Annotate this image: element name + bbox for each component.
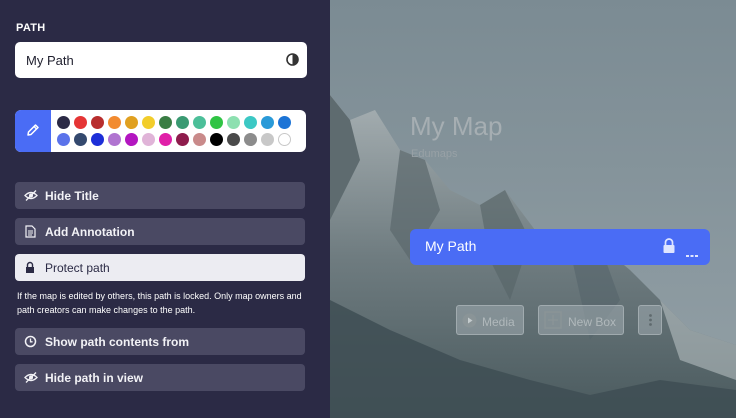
color-swatch[interactable]	[278, 116, 291, 129]
color-swatch[interactable]	[125, 133, 138, 146]
path-card-title: My Path	[425, 238, 477, 254]
color-swatch[interactable]	[176, 133, 189, 146]
clock-icon	[24, 335, 37, 348]
color-swatch[interactable]	[193, 133, 206, 146]
eye-slash-icon	[24, 371, 38, 384]
color-swatch[interactable]	[227, 133, 240, 146]
hide-path-in-view-button[interactable]: Hide path in view	[15, 364, 305, 391]
plus-box-icon	[544, 311, 562, 332]
hide-title-button[interactable]: Hide Title	[15, 182, 305, 209]
color-swatch[interactable]	[57, 133, 70, 146]
color-swatch[interactable]	[159, 133, 172, 146]
color-swatch[interactable]	[108, 116, 121, 129]
document-icon	[24, 225, 37, 238]
color-swatch[interactable]	[261, 133, 274, 146]
swatch-row-2	[57, 133, 302, 147]
more-options-button[interactable]	[638, 305, 662, 335]
color-swatch[interactable]	[74, 116, 87, 129]
map-canvas[interactable]: My Map Edumaps My Path Media New Box	[330, 0, 736, 418]
show-path-contents-button[interactable]: Show path contents from	[15, 328, 305, 355]
pencil-icon[interactable]	[15, 110, 51, 152]
add-annotation-button[interactable]: Add Annotation	[15, 218, 305, 245]
color-swatch[interactable]	[210, 116, 223, 129]
color-swatch[interactable]	[278, 133, 291, 146]
lock-icon[interactable]	[662, 238, 676, 259]
color-swatch[interactable]	[210, 133, 223, 146]
color-picker	[15, 110, 306, 152]
color-swatch[interactable]	[261, 116, 274, 129]
more-icon[interactable]	[686, 245, 698, 263]
color-swatch[interactable]	[193, 116, 206, 129]
color-swatch[interactable]	[142, 116, 155, 129]
hide-title-label: Hide Title	[45, 189, 99, 203]
map-subtitle: Edumaps	[411, 148, 458, 160]
color-swatch[interactable]	[108, 133, 121, 146]
new-box-button[interactable]: New Box	[538, 305, 624, 335]
color-swatch[interactable]	[159, 116, 172, 129]
lock-icon	[24, 261, 37, 274]
hide-path-in-view-label: Hide path in view	[45, 371, 144, 385]
add-annotation-label: Add Annotation	[45, 225, 135, 239]
path-name-field[interactable]: My Path	[15, 42, 307, 78]
color-swatch[interactable]	[74, 133, 87, 146]
show-path-contents-label: Show path contents from	[45, 335, 189, 349]
mountain-background	[330, 0, 736, 418]
color-swatch[interactable]	[91, 116, 104, 129]
color-swatch[interactable]	[176, 116, 189, 129]
color-swatch[interactable]	[244, 133, 257, 146]
path-card[interactable]: My Path	[410, 229, 710, 265]
contrast-icon[interactable]	[286, 53, 299, 66]
section-label: PATH	[16, 22, 46, 34]
color-swatch[interactable]	[57, 116, 70, 129]
new-box-label: New Box	[568, 315, 617, 329]
protect-path-label: Protect path	[45, 261, 110, 275]
path-name-value: My Path	[26, 53, 74, 68]
color-swatch[interactable]	[227, 116, 240, 129]
protect-path-help-text: If the map is edited by others, this pat…	[17, 291, 302, 315]
color-swatch[interactable]	[244, 116, 257, 129]
swatch-row-1	[57, 116, 302, 130]
color-swatch[interactable]	[125, 116, 138, 129]
eye-slash-icon	[24, 189, 38, 202]
media-label: Media	[482, 315, 515, 329]
protect-path-button[interactable]: Protect path	[15, 254, 305, 281]
vertical-dots-icon	[649, 314, 652, 329]
map-title: My Map	[410, 111, 503, 141]
color-swatch[interactable]	[91, 133, 104, 146]
path-settings-panel: PATH My Path Hide Title Add Annotation P…	[0, 0, 330, 418]
play-icon	[462, 313, 477, 331]
media-button[interactable]: Media	[456, 305, 524, 335]
color-swatches	[57, 116, 302, 150]
color-swatch[interactable]	[142, 133, 155, 146]
